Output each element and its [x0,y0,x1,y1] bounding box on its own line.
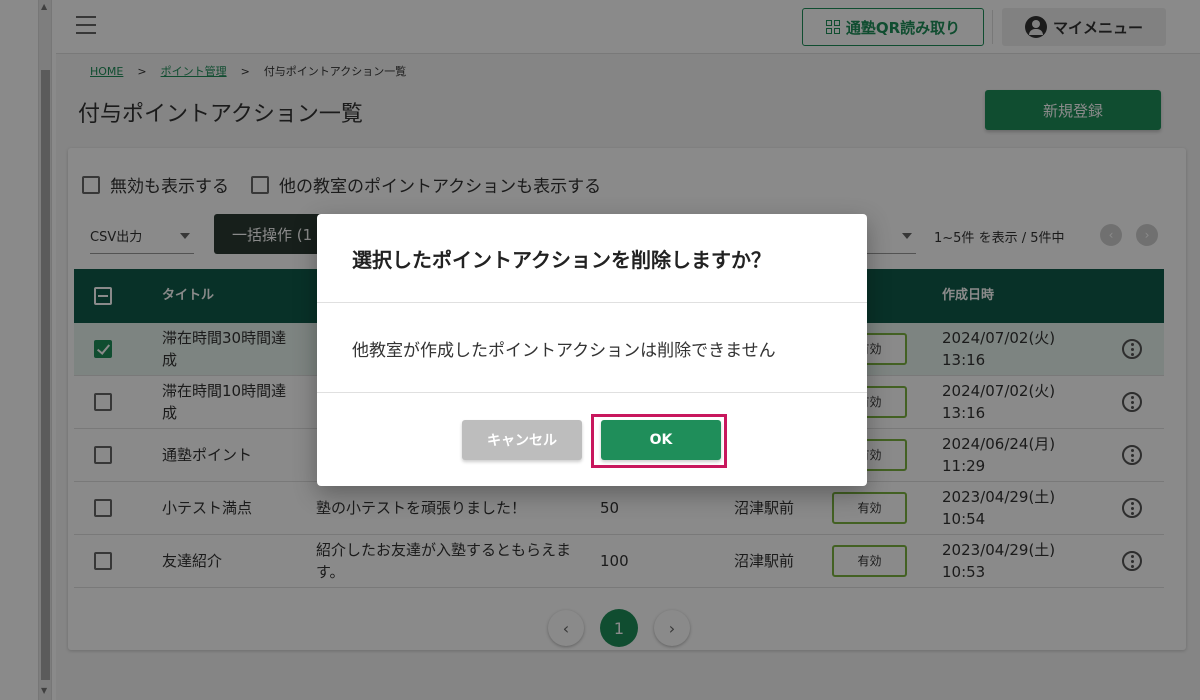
dialog-divider [317,392,867,393]
ok-button[interactable]: OK [601,420,721,460]
cancel-button[interactable]: キャンセル [462,420,582,460]
delete-confirm-dialog: 選択したポイントアクションを削除しますか？ 他教室が作成したポイントアクションは… [317,214,867,486]
dialog-message: 他教室が作成したポイントアクションは削除できません [352,341,776,361]
dialog-divider [317,302,867,303]
dialog-title: 選択したポイントアクションを削除しますか？ [352,248,771,272]
